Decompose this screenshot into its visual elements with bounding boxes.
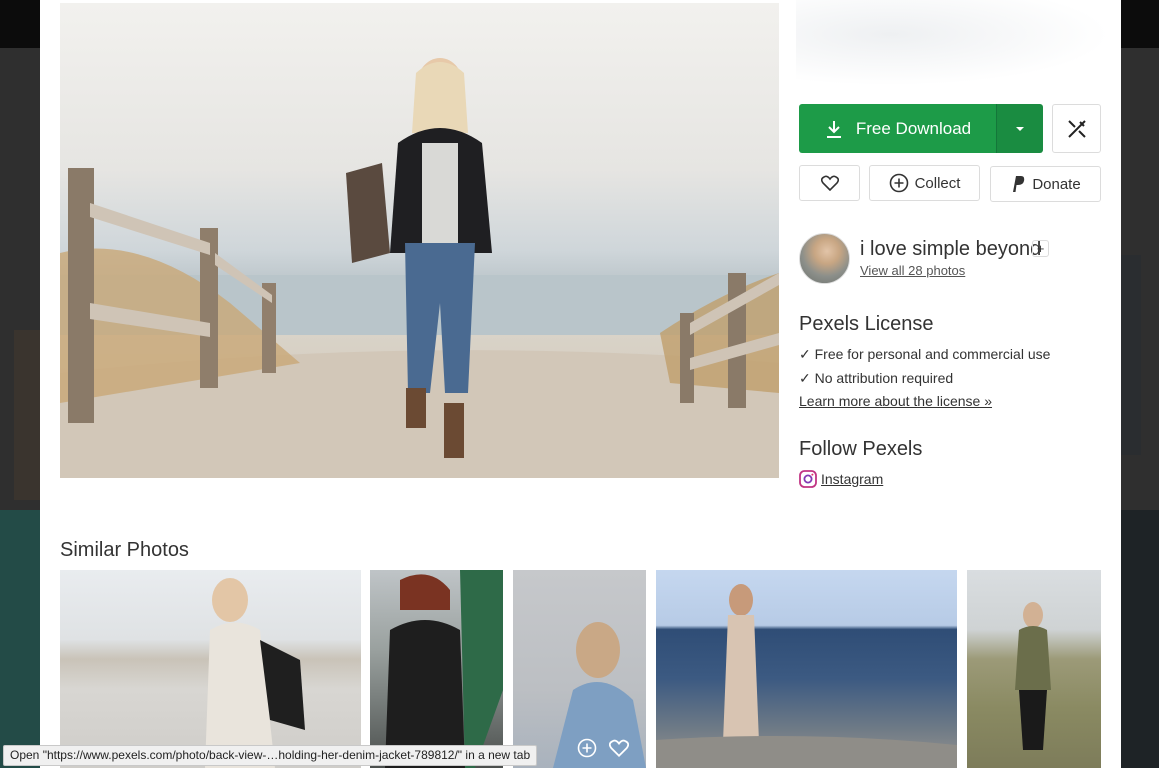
similar-photo-thumb[interactable]	[656, 570, 957, 768]
plus-circle-icon	[577, 738, 597, 758]
similar-photo-thumb[interactable]	[60, 570, 361, 768]
instagram-link[interactable]: Instagram	[799, 470, 883, 488]
view-all-photos-link[interactable]: View all 28 photos	[860, 263, 965, 278]
similar-photo-thumb[interactable]	[967, 570, 1101, 768]
donate-button[interactable]: Donate	[990, 166, 1101, 202]
heart-icon	[820, 175, 839, 191]
like-button[interactable]	[799, 165, 860, 201]
thumb-like-button[interactable]	[608, 737, 630, 759]
plus-circle-icon	[889, 173, 908, 193]
author-name[interactable]: i love simple beyond	[860, 238, 1041, 261]
main-photo[interactable]	[60, 3, 779, 478]
caret-down-icon	[1016, 126, 1024, 131]
collect-button[interactable]: Collect	[869, 165, 980, 201]
instagram-icon	[799, 470, 817, 488]
photo-modal: Free Download Collect Donate i love simp…	[40, 0, 1121, 768]
author-avatar[interactable]	[799, 233, 850, 284]
license-check-item: ✓ Free for personal and commercial use	[799, 346, 1051, 362]
background-block	[14, 330, 40, 500]
free-download-button[interactable]: Free Download	[799, 104, 996, 153]
background-block	[0, 510, 40, 768]
follow-title: Follow Pexels	[799, 438, 923, 460]
download-icon	[826, 120, 841, 138]
download-button-group: Free Download	[799, 104, 1043, 153]
download-options-button[interactable]	[996, 104, 1043, 153]
collect-label: Collect	[914, 174, 961, 192]
edit-magic-icon	[1067, 119, 1086, 138]
background-block	[1121, 255, 1141, 455]
free-download-label: Free Download	[855, 118, 972, 138]
edit-photo-button[interactable]	[1052, 104, 1101, 153]
related-photo-preview[interactable]	[796, 0, 1111, 86]
license-check-item: ✓ No attribution required	[799, 370, 954, 386]
background-block	[1121, 510, 1159, 768]
similar-photos-title: Similar Photos	[60, 539, 189, 561]
follow-author-button[interactable]: +	[1032, 240, 1049, 257]
thumb-collect-button[interactable]	[576, 737, 598, 759]
similar-photo-thumb[interactable]	[370, 570, 503, 768]
thumb-actions	[576, 737, 630, 759]
paypal-icon	[1013, 176, 1025, 192]
license-title: Pexels License	[799, 313, 934, 335]
learn-license-link[interactable]: Learn more about the license »	[799, 393, 992, 409]
heart-icon	[609, 739, 629, 757]
browser-status-bar: Open "https://www.pexels.com/photo/back-…	[3, 745, 538, 766]
instagram-label: Instagram	[821, 471, 884, 487]
donate-label: Donate	[1032, 175, 1081, 193]
